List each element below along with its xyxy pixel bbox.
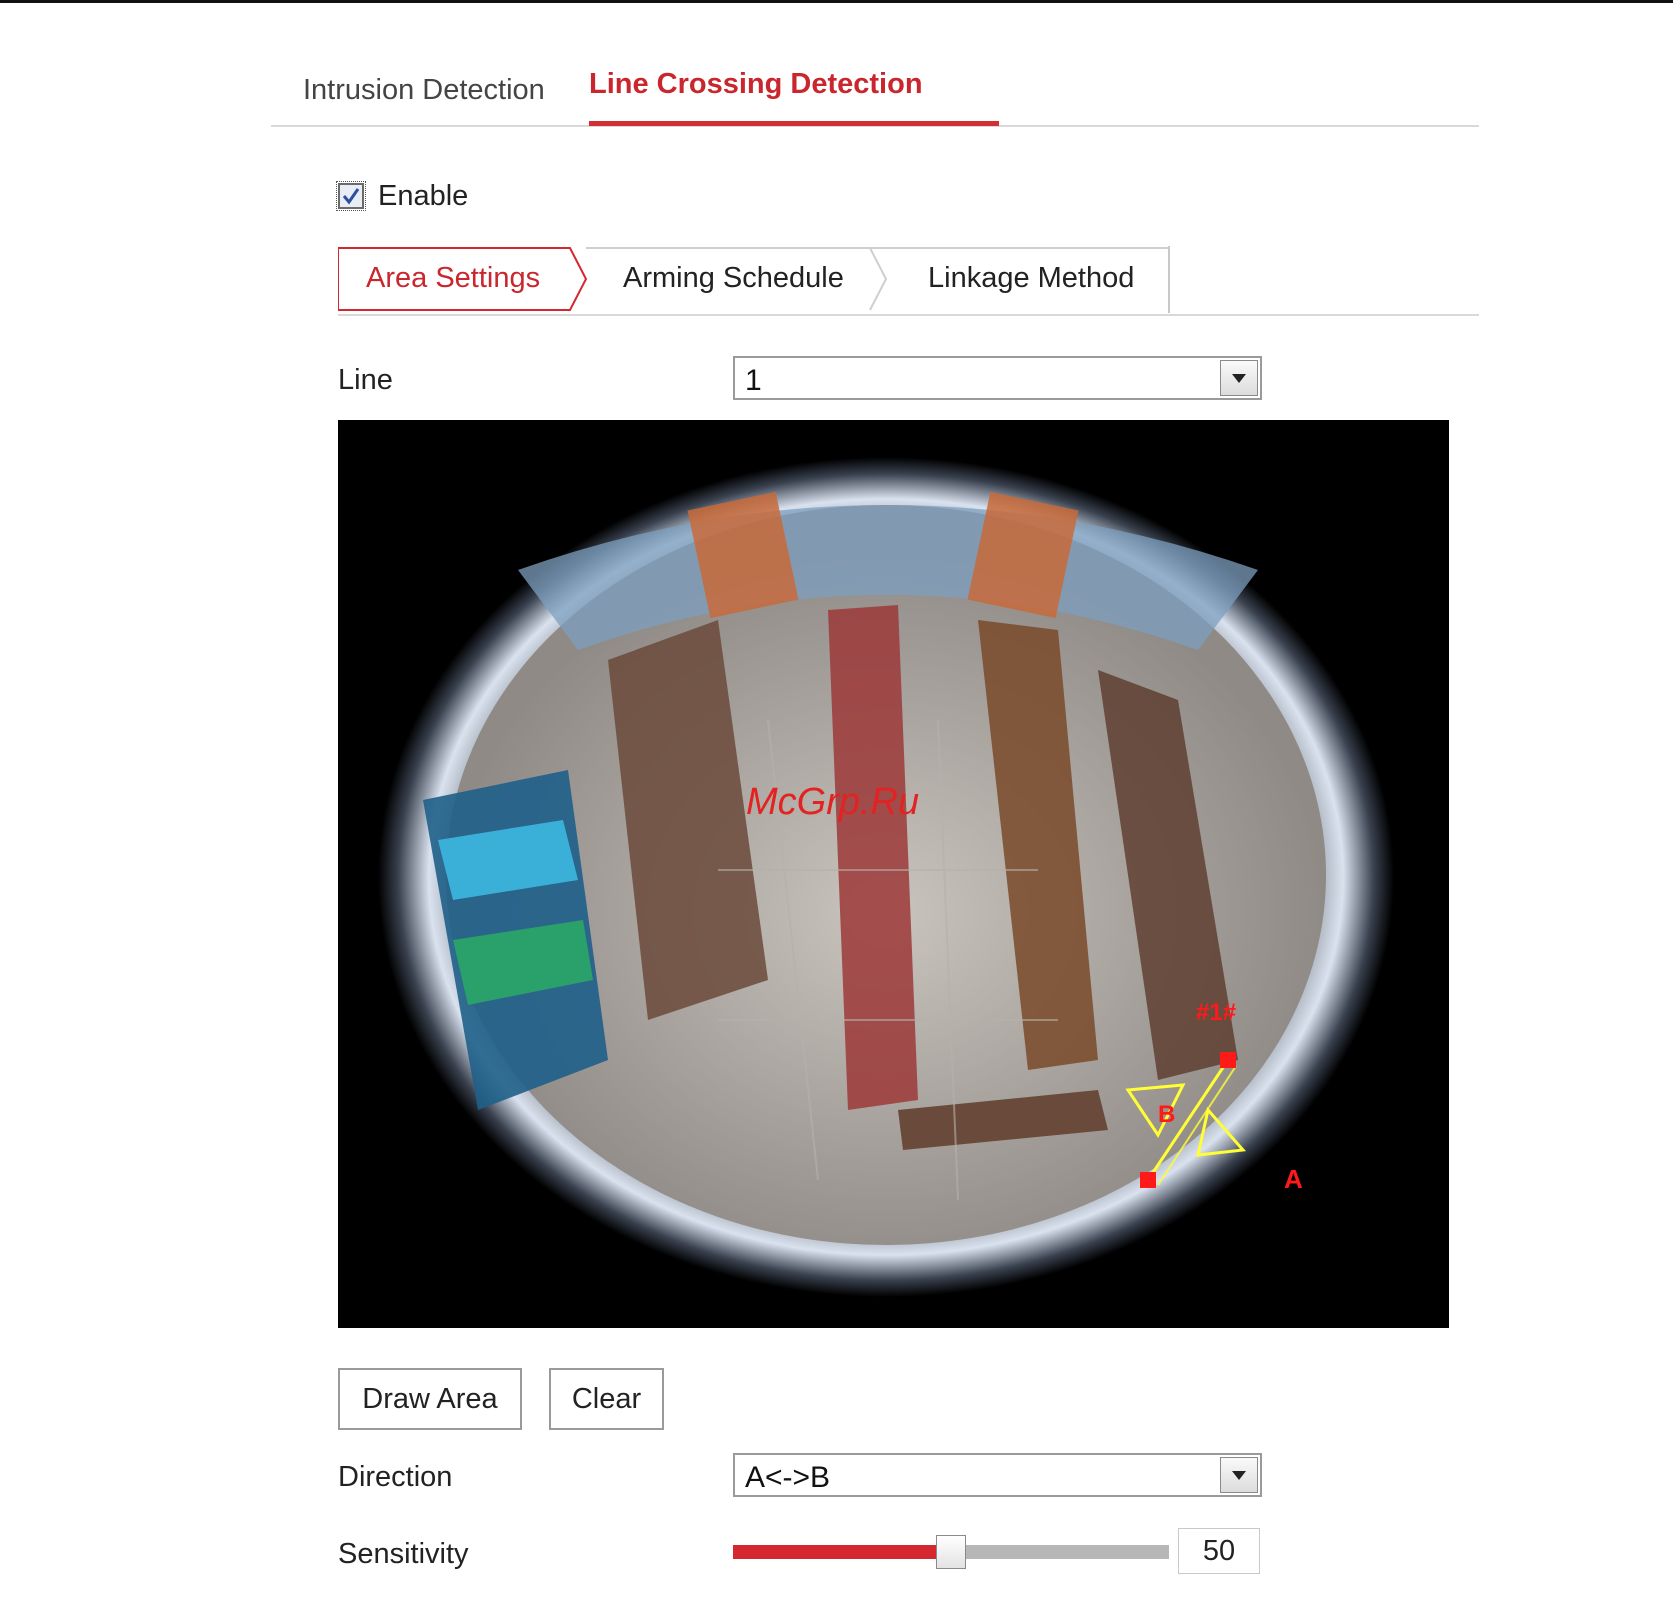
enable-checkbox[interactable] [336, 181, 366, 211]
checkmark-icon [342, 188, 360, 205]
line-endpoint-start[interactable] [1140, 1172, 1156, 1188]
enable-row: Enable [336, 179, 469, 212]
video-preview[interactable]: B A #1# McGrp.Ru [338, 420, 1449, 1328]
point-b-label: B [1158, 1101, 1175, 1128]
fisheye-camera-image: B A #1# McGrp.Ru [338, 420, 1449, 1328]
line-select-value: 1 [745, 364, 762, 397]
line-endpoint-end[interactable] [1220, 1052, 1236, 1068]
clear-button[interactable]: Clear [549, 1368, 664, 1430]
draw-area-button[interactable]: Draw Area [338, 1368, 522, 1430]
sensitivity-label: Sensitivity [338, 1538, 469, 1570]
sensitivity-slider-fill [733, 1545, 951, 1559]
line-dropdown-button[interactable] [1220, 360, 1258, 396]
point-a-label: A [1284, 1164, 1303, 1194]
direction-dropdown-button[interactable] [1220, 1457, 1258, 1493]
sensitivity-value-box[interactable]: 50 [1178, 1528, 1260, 1574]
enable-label: Enable [378, 179, 469, 212]
subtab-linkage-method[interactable]: Linkage Method [928, 262, 1134, 295]
tab-intrusion-detection[interactable]: Intrusion Detection [303, 74, 545, 137]
sensitivity-slider[interactable] [733, 1535, 1169, 1569]
window-top-border [0, 0, 1673, 3]
subtab-end-divider [1168, 246, 1170, 313]
subtab-arming-schedule[interactable]: Arming Schedule [623, 262, 844, 295]
subtab-area-settings[interactable]: Area Settings [366, 262, 540, 295]
sensitivity-slider-handle[interactable] [936, 1535, 966, 1569]
direction-label: Direction [338, 1461, 453, 1493]
line-id-label: #1# [1196, 999, 1236, 1026]
active-tab-indicator [589, 121, 999, 126]
watermark-text: McGrp.Ru [746, 781, 919, 823]
settings-subtab-bar: Area Settings Arming Schedule Linkage Me… [338, 246, 1479, 316]
line-select[interactable]: 1 [733, 356, 1262, 400]
chevron-down-icon [1232, 1470, 1246, 1480]
direction-select-value: A<->B [745, 1461, 831, 1494]
line-label: Line [338, 364, 393, 396]
detection-tab-bar: Intrusion Detection Line Crossing Detect… [271, 62, 1479, 127]
chevron-down-icon [1232, 373, 1246, 383]
direction-select[interactable]: A<->B [733, 1453, 1262, 1497]
